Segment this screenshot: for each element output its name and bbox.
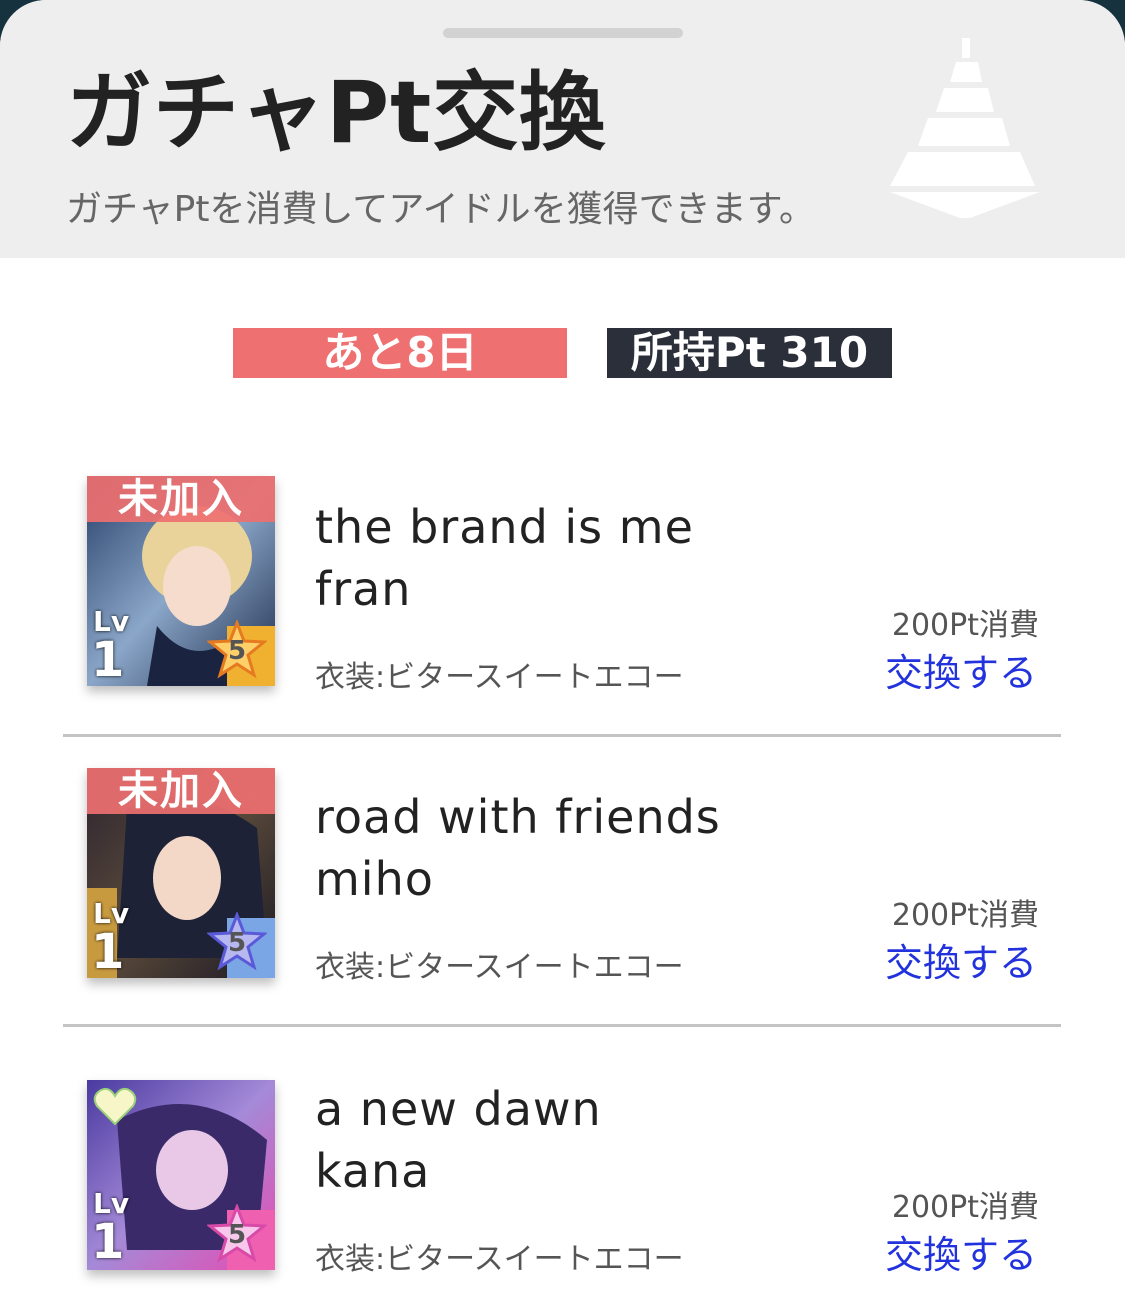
exchange-item: Lv 1 5 a new dawn kana 衣装:ビタースイートエコー 200… [0, 1042, 1125, 1312]
level-value: 1 [91, 924, 125, 978]
idol-name: fran [315, 562, 412, 616]
rarity-badge: 5 [206, 1202, 268, 1264]
cost-label: 200Pt消費 [891, 1190, 1039, 1225]
drag-handle[interactable] [443, 28, 683, 38]
exchange-button[interactable]: 交換する [885, 932, 1037, 987]
pyramid-tree-icon [890, 38, 1040, 218]
idol-name: kana [315, 1144, 431, 1198]
exchange-item: 未加入 Lv 1 5 road with friends miho 衣装:ビター… [0, 750, 1125, 1040]
rarity-value: 5 [227, 928, 247, 958]
exchange-item: 未加入 Lv 1 5 the brand is me fran 衣装:ビタースイ… [0, 460, 1125, 750]
points-owned-badge: 所持Pt 310 [607, 328, 892, 378]
cost-label: 200Pt消費 [891, 898, 1039, 933]
level-value: 1 [91, 632, 125, 686]
idol-title: road with friends [315, 790, 721, 844]
rarity-badge: 5 [206, 618, 268, 680]
idol-thumbnail[interactable]: 未加入 Lv 1 5 [87, 476, 275, 686]
idol-title: a new dawn [315, 1082, 602, 1136]
page-subtitle: ガチャPtを消費してアイドルを獲得できます。 [66, 189, 815, 230]
gacha-pt-exchange-sheet: ガチャPt交換 ガチャPtを消費してアイドルを獲得できます。 あと8日 所持Pt… [0, 0, 1125, 1312]
not-joined-ribbon: 未加入 [87, 768, 275, 814]
page-title: ガチャPt交換 [66, 63, 607, 163]
divider [63, 734, 1061, 737]
rarity-value: 5 [227, 636, 247, 666]
heart-icon [93, 1087, 137, 1126]
cost-label: 200Pt消費 [891, 608, 1039, 643]
days-remaining-badge: あと8日 [233, 328, 567, 378]
idol-name: miho [315, 852, 434, 906]
not-joined-ribbon: 未加入 [87, 476, 275, 522]
divider [63, 1024, 1061, 1027]
exchange-button[interactable]: 交換する [885, 642, 1037, 697]
exchange-button[interactable]: 交換する [885, 1224, 1037, 1279]
rarity-badge: 5 [206, 910, 268, 972]
costume-label: 衣装:ビタースイートエコー [315, 950, 684, 985]
level-value: 1 [91, 1214, 125, 1270]
idol-thumbnail[interactable]: 未加入 Lv 1 5 [87, 768, 275, 978]
sheet-header: ガチャPt交換 ガチャPtを消費してアイドルを獲得できます。 [0, 0, 1125, 258]
costume-label: 衣装:ビタースイートエコー [315, 660, 684, 695]
rarity-value: 5 [227, 1220, 247, 1250]
costume-label: 衣装:ビタースイートエコー [315, 1242, 684, 1277]
idol-thumbnail[interactable]: Lv 1 5 [87, 1080, 275, 1270]
idol-title: the brand is me [315, 500, 694, 554]
